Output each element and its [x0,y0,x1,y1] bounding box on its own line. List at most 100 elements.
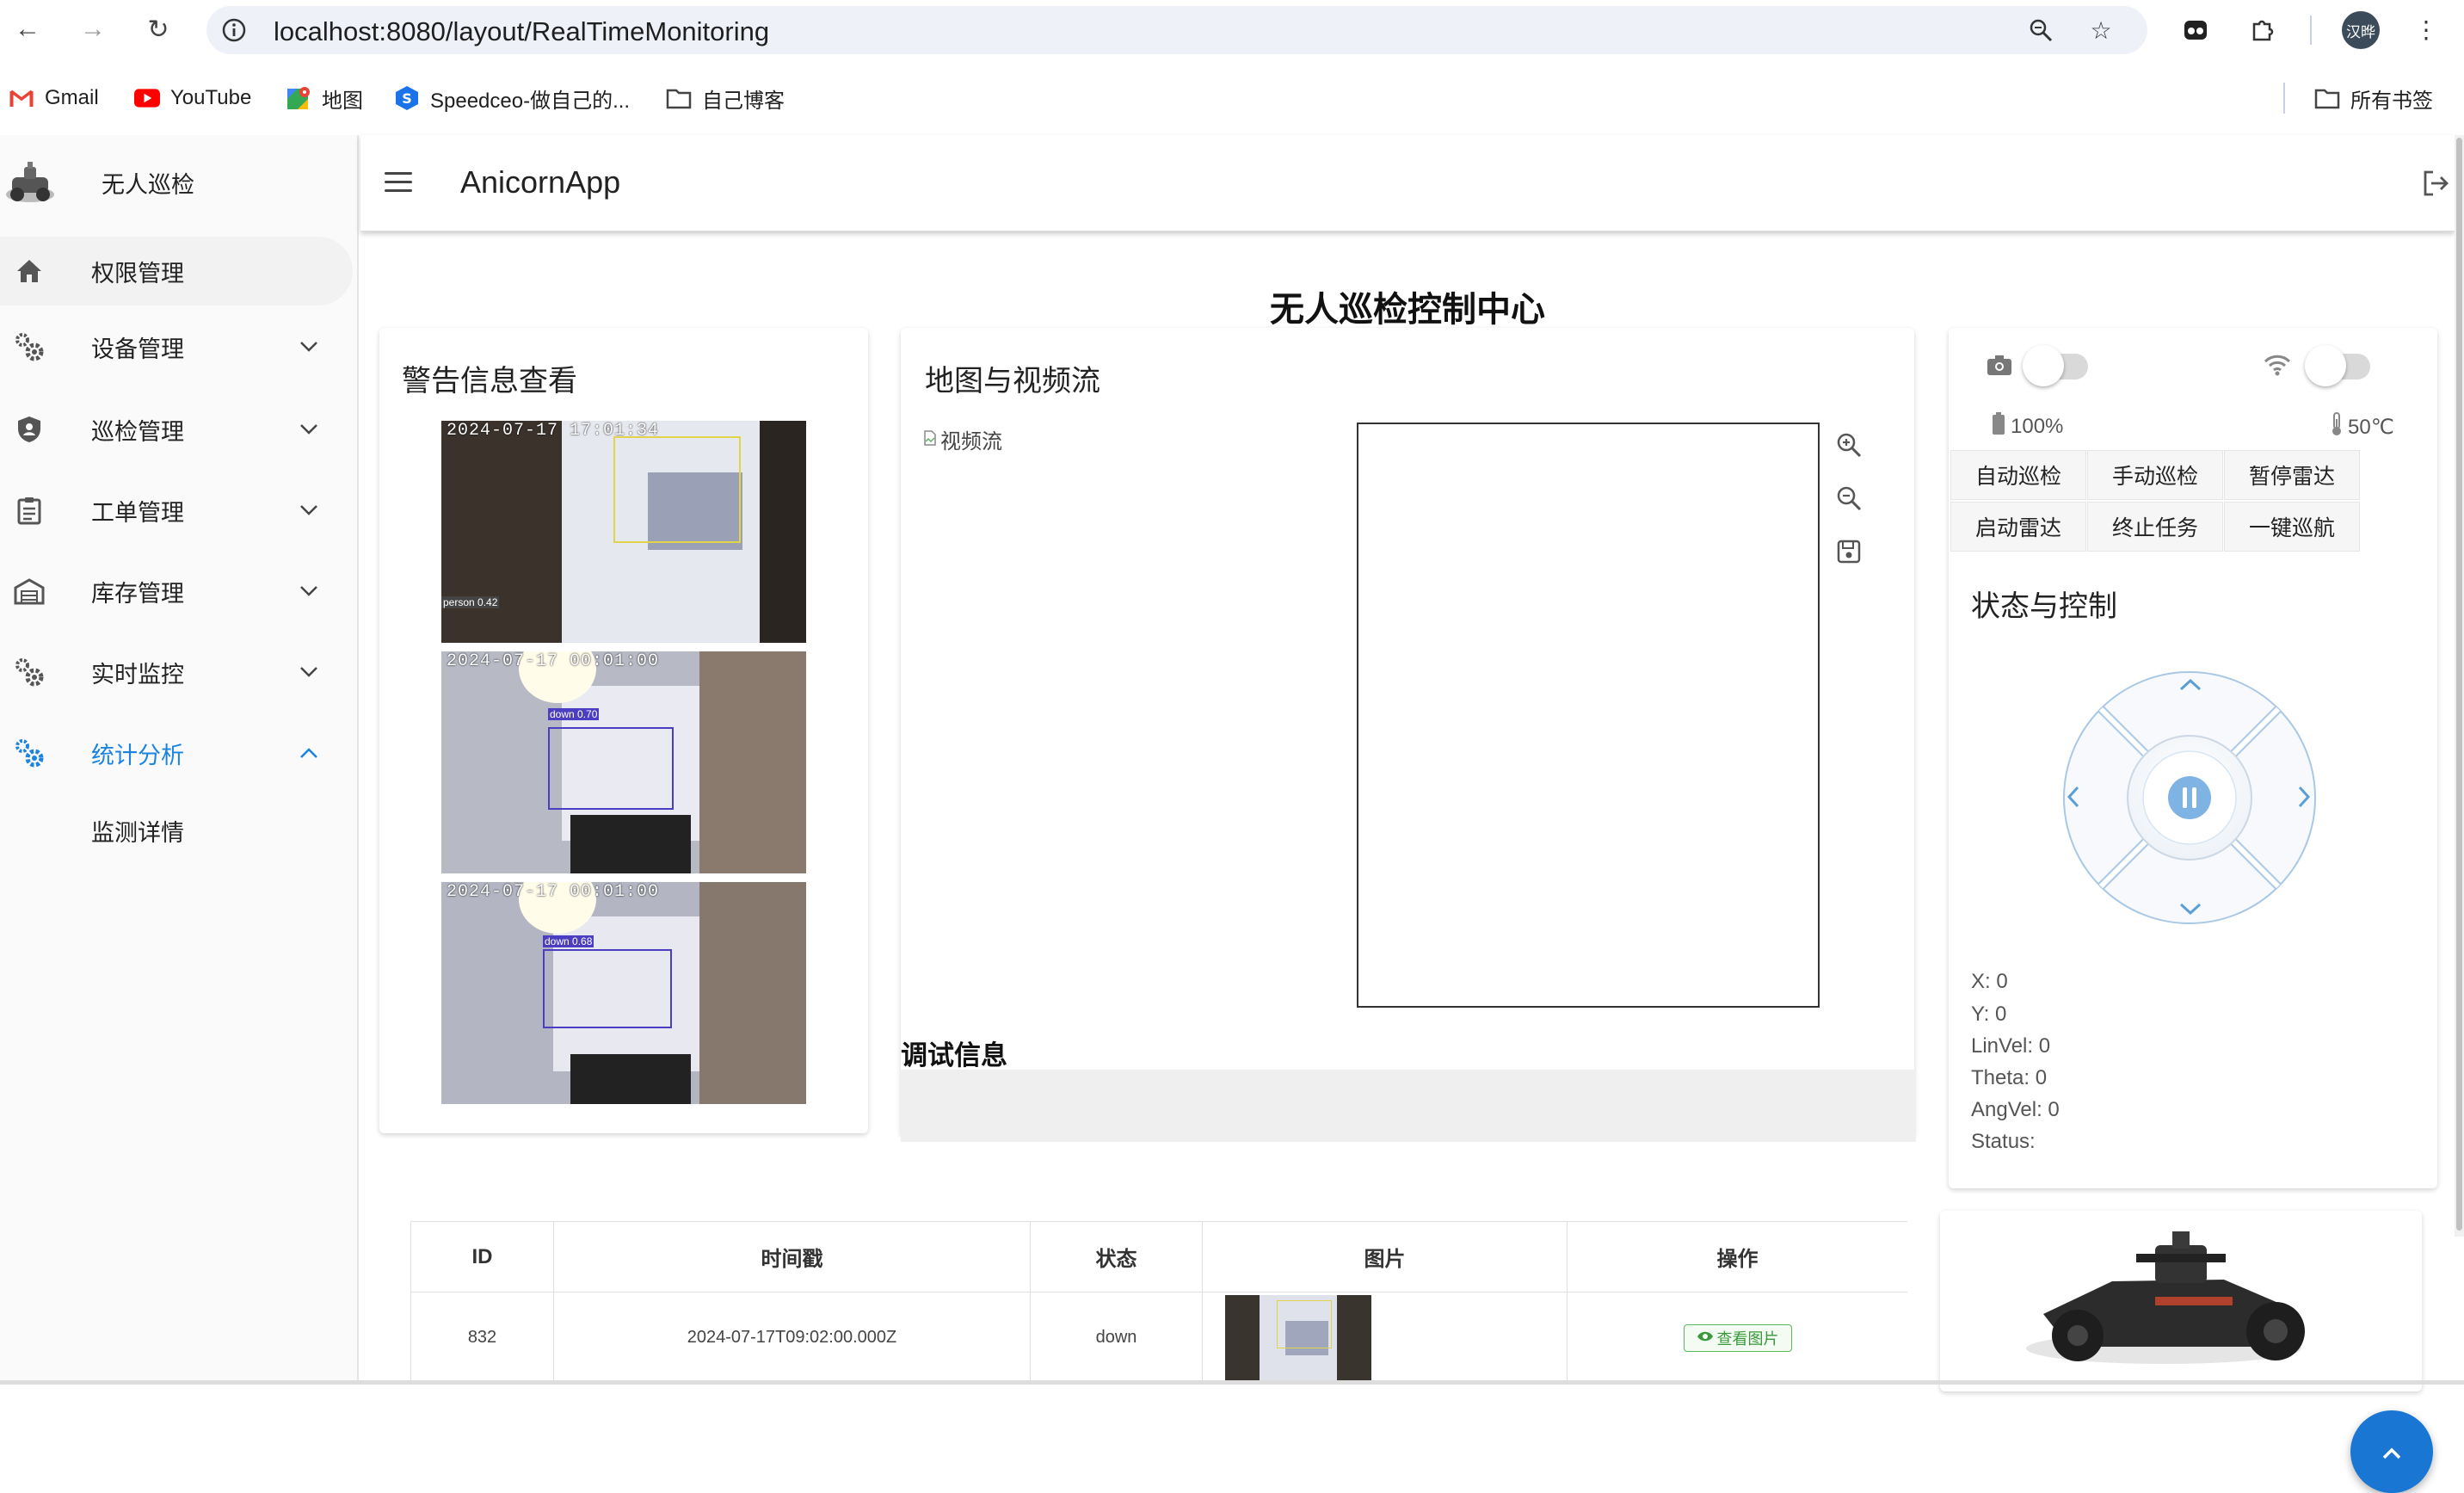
telemetry-x: X: 0 [1971,970,2008,993]
reload-icon[interactable]: ↻ [141,12,176,46]
gears-icon [12,736,46,770]
alert-image[interactable]: person 0.42 2024-07-17 17:01:34 [441,421,806,643]
sidebar-item-label: 巡检管理 [91,418,184,445]
detection-label: person 0.42 [441,596,500,608]
map-canvas[interactable] [1357,423,1820,1008]
bookmark-maps[interactable]: 地图 [286,81,363,115]
url-text[interactable]: localhost:8080/layout/RealTimeMonitoring [274,16,769,47]
sidebar-subitem-monitor-details[interactable]: 监测详情 [0,796,353,865]
sidebar-item-devices[interactable]: 设备管理 [0,312,353,381]
telemetry-angvel: AngVel: 0 [1971,1098,2060,1121]
brand-name: 无人巡检 [102,171,194,198]
extensions-puzzle-icon[interactable] [2245,12,2280,46]
save-icon[interactable] [1832,534,1866,569]
sidebar-item-statistics[interactable]: 统计分析 [0,719,353,787]
stop-task-button[interactable]: 终止任务 [2087,502,2223,552]
status-control-title: 状态与控制 [1971,590,2117,623]
all-bookmarks[interactable]: 所有书签 [2314,81,2433,115]
address-bar[interactable]: localhost:8080/layout/RealTimeMonitoring… [206,6,2147,54]
temperature-value: 50℃ [2348,416,2394,439]
image-timestamp: 2024-07-17 17:01:34 [447,421,660,441]
back-icon[interactable]: ← [10,12,45,46]
arrow-down-icon[interactable] [2178,899,2203,925]
telemetry-theta: Theta: 0 [1971,1066,2048,1089]
sidebar-item-monitoring[interactable]: 实时监控 [0,638,353,706]
site-info-icon[interactable] [219,15,249,46]
bookmark-label: Speedceo-做自己的... [430,89,631,113]
logout-icon[interactable] [2418,166,2453,201]
detection-label: down 0.68 [543,935,594,947]
bookmark-speedceo[interactable]: S Speedceo-做自己的... [394,81,630,115]
video-alt-text: 视频流 [940,430,1002,453]
debug-output [901,1070,1916,1142]
camera-toggle[interactable] [2023,345,2091,386]
bookmark-gmail[interactable]: Gmail [9,81,99,115]
gears-icon [12,330,46,364]
alerts-card: 警告信息查看 person 0.42 2024-07-17 17:01:34 d… [379,328,868,1133]
bookmark-youtube[interactable]: YouTube [134,81,251,115]
extension-app-icon[interactable] [2178,12,2213,46]
manual-patrol-button[interactable]: 手动巡检 [2087,450,2223,500]
bookmark-star-icon[interactable]: ☆ [2085,15,2116,46]
zoom-in-icon[interactable] [1832,428,1866,462]
column-header-image[interactable]: 图片 [1202,1221,1568,1292]
arrow-up-icon[interactable] [2178,676,2203,701]
app-header: AnicornApp [360,135,2455,231]
brand: 无人巡检 [0,152,359,213]
sidebar-item-inventory[interactable]: 库存管理 [0,557,353,626]
sidebar-item-label: 设备管理 [91,336,184,362]
warehouse-icon [12,574,46,608]
forward-icon[interactable]: → [76,12,110,46]
battery-value: 100% [2011,414,2064,438]
row-thumbnail[interactable] [1225,1294,1371,1381]
view-image-button[interactable]: 查看图片 [1683,1323,1792,1352]
more-menu-icon[interactable]: ⋮ [2409,12,2443,46]
battery-status: 100% [1992,412,2063,441]
bookmarks-bar: Gmail YouTube 地图 S Speedceo-做自己的... 自己博客… [0,74,2464,122]
alert-image[interactable]: down 0.70 2024-07-17 00:01:00 [441,651,806,873]
chevron-up-icon [2379,1434,2405,1470]
robot-logo-icon [3,160,57,205]
bookmark-label: Gmail [45,86,99,109]
chevron-up-icon [296,740,322,766]
telemetry-status: Status: [1971,1130,2036,1153]
zoom-out-icon[interactable] [1832,481,1866,515]
alerts-title: 警告信息查看 [402,365,577,398]
svg-text:S: S [402,90,412,107]
start-radar-button[interactable]: 启动雷达 [1950,502,2086,552]
sidebar-item-inspection[interactable]: 巡检管理 [0,395,353,464]
zoom-icon[interactable] [2025,15,2056,46]
broken-image-icon [923,428,937,452]
scroll-to-top-button[interactable] [2350,1410,2433,1493]
image-timestamp: 2024-07-17 00:01:00 [447,651,660,671]
table-header-row: ID 时间戳 状态 图片 操作 [410,1221,1907,1292]
sidebar-item-permissions[interactable]: 权限管理 [0,237,353,305]
maps-icon [286,85,311,111]
column-header-action[interactable]: 操作 [1567,1221,1907,1292]
one-click-cruise-button[interactable]: 一键巡航 [2224,502,2360,552]
cell-status: down [1030,1292,1203,1384]
alert-image[interactable]: down 0.68 2024-07-17 00:01:00 [441,882,806,1104]
pause-icon[interactable] [2167,775,2212,820]
alerts-table: ID 时间戳 状态 图片 操作 832 2024-07-17T09:02:00.… [410,1221,1907,1385]
hamburger-menu-icon[interactable] [385,164,419,199]
view-image-label: 查看图片 [1716,1330,1779,1348]
profile-avatar[interactable]: 汉晔 [2342,11,2380,49]
scrollbar-thumb[interactable] [2456,138,2462,1231]
pause-radar-button[interactable]: 暂停雷达 [2224,450,2360,500]
bookmark-blog-folder[interactable]: 自己博客 [666,81,785,115]
speedceo-icon: S [394,85,420,111]
window-bottom-edge [0,1380,2464,1385]
column-header-timestamp[interactable]: 时间戳 [553,1221,1031,1292]
column-header-status[interactable]: 状态 [1030,1221,1203,1292]
auto-patrol-button[interactable]: 自动巡检 [1950,450,2086,500]
wifi-toggle[interactable] [2305,345,2374,386]
sidebar-item-label: 库存管理 [91,580,184,607]
sidebar-item-workorders[interactable]: 工单管理 [0,476,353,545]
arrow-left-icon[interactable] [2064,784,2090,810]
table-row: 832 2024-07-17T09:02:00.000Z down 查看图片 [410,1292,1907,1384]
column-header-id[interactable]: ID [410,1221,554,1292]
telemetry-linvel: LinVel: 0 [1971,1034,2051,1058]
detection-label: down 0.70 [548,708,600,720]
arrow-right-icon[interactable] [2295,784,2320,810]
